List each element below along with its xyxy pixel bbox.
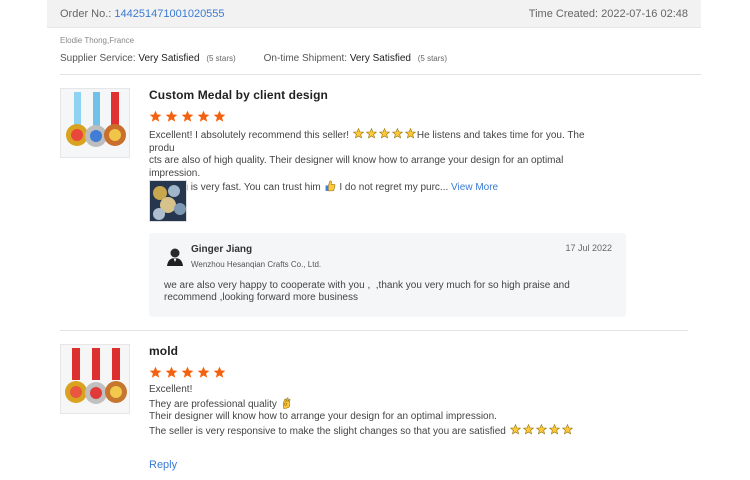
star-icon	[165, 110, 178, 122]
star-icon	[165, 366, 178, 378]
review-body: Custom Medal by client design Excellent!…	[149, 88, 599, 195]
star-icon	[197, 366, 210, 378]
time-created-value: 2022-07-16 02:48	[601, 7, 688, 20]
ok-hand-emoji-icon	[282, 397, 290, 409]
rating-stars	[149, 366, 599, 379]
supplier-service-rating: Supplier Service: Very Satisfied (5 star…	[60, 53, 236, 64]
emoji-star-icon	[391, 128, 403, 139]
section-divider	[60, 330, 688, 331]
buyer-summary: Elodie Thong,France Supplier Service: Ve…	[60, 36, 690, 64]
star-icon	[213, 366, 226, 378]
emoji-star-icon	[548, 423, 560, 434]
product-thumbnail[interactable]	[60, 88, 130, 158]
star-icon	[197, 110, 210, 122]
shipment-label: On-time Shipment:	[263, 53, 348, 64]
review-text: Excellent! They are professional quality…	[149, 384, 599, 438]
emoji-star-icon	[509, 423, 521, 434]
seller-name: Ginger Jiang	[191, 244, 253, 255]
buyer-name: Elodie Thong,France	[60, 36, 135, 45]
emoji-star-icon	[352, 128, 364, 139]
review-text-line: Their designer will know how to arrange …	[149, 411, 497, 422]
star-icon	[149, 366, 162, 378]
star-icon	[181, 366, 194, 378]
reply-text: we are also very happy to cooperate with…	[164, 280, 570, 303]
review-text-segment: Excellent! I absolutely recommend this s…	[149, 130, 350, 141]
reply-link[interactable]: Reply	[149, 459, 177, 471]
product-title: Custom Medal by client design	[149, 88, 328, 102]
time-created-label: Time Created:	[528, 7, 599, 20]
review-photo[interactable]	[149, 180, 187, 222]
review-text: Excellent! I absolutely recommend this s…	[149, 128, 599, 195]
seller-reply: Ginger Jiang Wenzhou Hesanqian Crafts Co…	[149, 233, 626, 317]
emoji-star-icon	[404, 128, 416, 139]
review-text-segment: The seller is very responsive to make th…	[149, 425, 506, 437]
supplier-service-value: Very Satisfied	[138, 53, 200, 64]
reply-date: 17 Jul 2022	[565, 243, 612, 253]
order-number-link[interactable]: 144251471001020555	[114, 8, 224, 20]
section-divider	[60, 74, 701, 75]
star-icon	[181, 110, 194, 122]
review-item: Custom Medal by client design Excellent!…	[60, 88, 690, 320]
reply-row: Reply	[149, 459, 599, 471]
shipment-value: Very Satisfied	[349, 53, 411, 64]
star-icon	[149, 110, 162, 122]
star-icon	[213, 110, 226, 122]
order-number-label: Order No.:	[60, 7, 112, 20]
emoji-star-icon	[535, 423, 547, 434]
overall-ratings: Supplier Service: Very Satisfied (5 star…	[60, 53, 690, 64]
review-text-line: Excellent!	[149, 384, 193, 395]
product-thumbnail[interactable]	[60, 344, 130, 414]
time-created-group: Time Created: 2022-07-16 02:48	[529, 8, 688, 20]
review-body: mold Excellent! They are professional qu…	[149, 344, 599, 471]
rating-stars	[149, 110, 599, 123]
emoji-star-icon	[365, 128, 377, 139]
review-text-line: cts are also of high quality. Their desi…	[149, 155, 564, 179]
thumbs-up-emoji-icon	[325, 180, 335, 192]
emoji-star-icon	[378, 128, 390, 139]
review-text-segment: They are professional quality	[149, 398, 277, 410]
review-text-segment: I do not regret my purc...	[339, 182, 449, 193]
supplier-service-stars: (5 stars)	[206, 54, 236, 63]
order-header: Order No.: 144251471001020555 Time Creat…	[47, 0, 701, 28]
product-title: mold	[149, 344, 179, 358]
emoji-star-icon	[522, 423, 534, 434]
seller-company: Wenzhou Hesanqian Crafts Co., Ltd.	[191, 260, 322, 269]
order-number-group: Order No.: 144251471001020555	[60, 8, 225, 20]
emoji-star-icon	[561, 423, 573, 434]
view-more-link[interactable]: View More	[451, 182, 498, 193]
shipment-stars: (5 stars)	[417, 54, 448, 63]
shipment-rating: On-time Shipment: Very Satisfied (5 star…	[264, 53, 447, 64]
review-item: mold Excellent! They are professional qu…	[60, 344, 690, 474]
seller-avatar-icon	[167, 248, 183, 266]
supplier-service-label: Supplier Service:	[60, 53, 136, 64]
